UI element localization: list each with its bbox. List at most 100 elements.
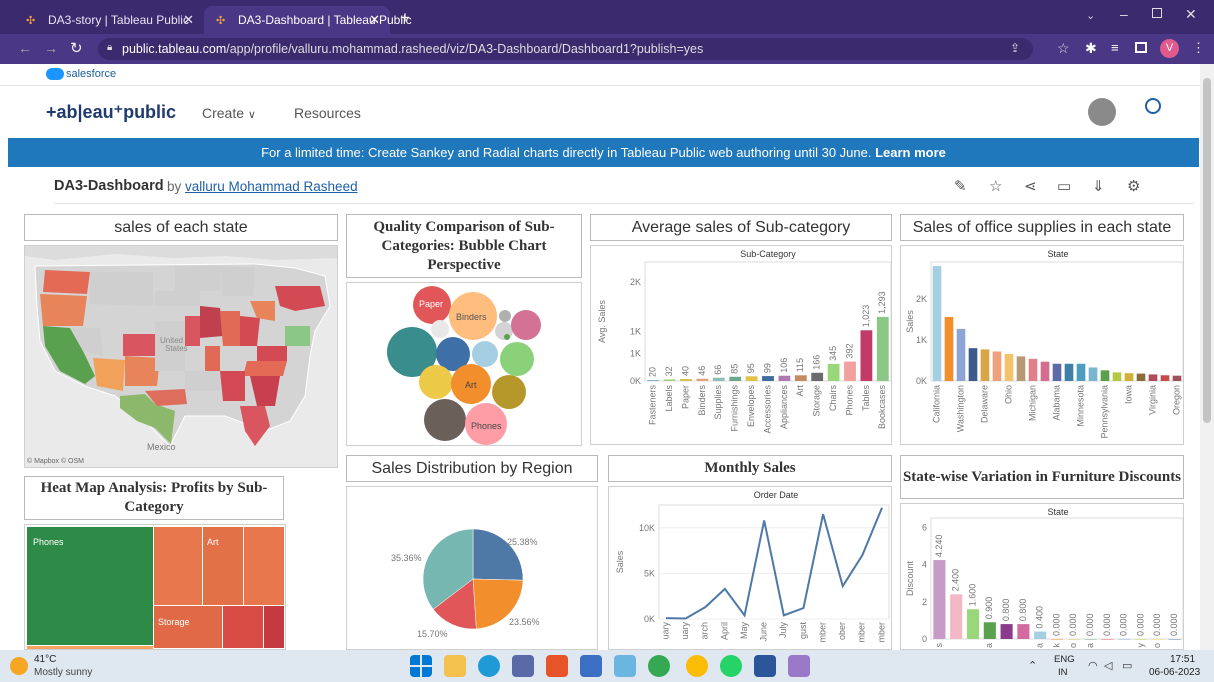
pie-chart[interactable]: 25.38% 23.56% 15.70% 35.36% (346, 486, 598, 650)
user-avatar-icon[interactable] (1088, 98, 1116, 126)
data-label: 0.000 (1169, 613, 1179, 636)
settings-gear-icon[interactable]: ⚙ (1127, 177, 1140, 195)
bar (1040, 361, 1050, 381)
bar (860, 330, 873, 381)
bar (968, 348, 978, 381)
clock-date[interactable]: 06-06-2023 (1149, 667, 1200, 678)
x-tick-label: a (984, 643, 994, 648)
x-tick-label: Washington (955, 385, 965, 432)
weather-temp[interactable]: 41°C (34, 654, 56, 665)
state-map[interactable]: United States Mexico © Mapbox © OSM (24, 245, 338, 468)
x-tick-label: Alabama (1051, 385, 1061, 421)
side-panel-icon[interactable] (1135, 42, 1147, 53)
data-label: 0.800 (1001, 599, 1011, 622)
tab-da3-story[interactable]: ✣ DA3-story | Tableau Public ✕ (14, 6, 204, 34)
x-tick-label: July (778, 622, 788, 639)
region-indicator[interactable]: IN (1058, 667, 1068, 678)
app-icon[interactable] (580, 655, 602, 677)
data-label: 1,023 (861, 305, 871, 328)
x-tick-label: mber (857, 622, 867, 643)
bar (811, 372, 824, 381)
data-label: 0.400 (1035, 606, 1045, 629)
new-tab-icon[interactable]: + (400, 8, 410, 28)
avg-sales-chart[interactable]: Sub-Category 0K 1K 1K 2K Avg. Sales 20 Fastene… (590, 245, 892, 445)
menu-dots-icon[interactable]: ⋮ (1192, 40, 1205, 56)
comment-icon[interactable]: ▭ (1057, 177, 1071, 195)
profile-avatar[interactable]: V (1160, 39, 1179, 58)
wifi-icon[interactable]: ◠ (1088, 659, 1098, 672)
app-icon[interactable] (788, 655, 810, 677)
bar (1016, 356, 1026, 381)
battery-icon[interactable]: ▭ (1122, 659, 1132, 672)
office-supplies-chart[interactable]: State 0K 1K 2K Sales California Washington Del… (900, 245, 1184, 445)
bubble (419, 365, 453, 399)
y-tick-label: 1K (630, 349, 641, 359)
data-label: 1,293 (877, 291, 887, 314)
heatmap-chart[interactable]: Phones Art Storage (24, 524, 286, 650)
data-label: 46 (697, 366, 707, 376)
tab-search-icon[interactable]: ⌄ (1086, 9, 1095, 22)
data-label: 32 (664, 366, 674, 376)
scrollbar-thumb[interactable] (1203, 78, 1211, 423)
tab-da3-dashboard[interactable]: ✣ DA3-Dashboard | Tableau Public ✕ (204, 6, 412, 34)
x-tick-label: Minnesota (1075, 385, 1085, 427)
weather-desc[interactable]: Mostly sunny (34, 667, 92, 678)
whatsapp-icon[interactable] (720, 655, 742, 677)
window-close-icon[interactable]: ✕ (1185, 6, 1197, 23)
chrome-profile-icon[interactable] (686, 655, 708, 677)
heatmap-title: Heat Map Analysis: Profits by Sub-Catego… (24, 476, 284, 520)
favorite-star-icon[interactable]: ☆ (989, 177, 1002, 195)
bubble-label: Phones (471, 421, 502, 431)
bar (980, 349, 990, 381)
chevron-up-icon[interactable]: ⌃ (1028, 659, 1037, 672)
nav-create[interactable]: Create ∨ (202, 105, 256, 121)
monthly-sales-chart[interactable]: Order Date 0K 5K 10K Sales uary uary arch April… (608, 486, 892, 650)
start-windows-icon[interactable] (410, 655, 432, 677)
heat-label: Storage (158, 617, 190, 627)
bar (762, 376, 774, 381)
url-field[interactable]: 🔒︎ public.tableau.com/app/profile/vallur… (98, 38, 1033, 60)
tableau-public-logo[interactable]: +ab|eau⁺public (46, 102, 176, 123)
forward-icon[interactable]: → (44, 40, 58, 56)
extensions-icon[interactable]: ✱ (1085, 40, 1097, 57)
bubble-chart[interactable]: Paper Binders Art Phones (346, 282, 582, 446)
minimize-icon[interactable]: – (1120, 6, 1128, 22)
search-icon[interactable] (1145, 98, 1161, 114)
edit-icon[interactable]: ✎ (954, 177, 967, 195)
y-tick-label: 0K (630, 376, 641, 386)
close-tab-icon[interactable]: ✕ (183, 12, 194, 28)
bookmark-star-icon[interactable]: ☆ (1057, 40, 1070, 57)
weather-sun-icon[interactable] (10, 657, 28, 675)
close-tab-icon[interactable]: ✕ (369, 12, 380, 28)
x-tick-label: Ohio (1003, 385, 1013, 404)
office-supplies-title: Sales of office supplies in each state (900, 214, 1184, 241)
chrome-icon[interactable] (648, 655, 670, 677)
bubble (500, 342, 534, 376)
author-link[interactable]: valluru Mohammad Rasheed (185, 179, 358, 194)
edge-icon[interactable] (478, 655, 500, 677)
learn-more-link[interactable]: Learn more (875, 145, 946, 160)
data-label: 20 (648, 367, 658, 377)
back-icon[interactable]: ← (18, 40, 32, 56)
word-icon[interactable] (754, 655, 776, 677)
language-indicator[interactable]: ENG (1054, 654, 1075, 665)
reload-icon[interactable]: ↻ (70, 39, 83, 57)
share-icon[interactable]: ⋖ (1024, 177, 1037, 195)
store-icon[interactable] (512, 655, 534, 677)
data-label: 0.900 (984, 597, 994, 620)
app-icon[interactable] (614, 655, 636, 677)
heat-label: Phones (33, 537, 64, 547)
file-explorer-icon[interactable] (444, 655, 466, 677)
reading-list-icon[interactable]: ≡ (1111, 40, 1119, 55)
brave-icon[interactable] (546, 655, 568, 677)
heatmap-svg (27, 527, 284, 649)
volume-icon[interactable]: ◁ (1104, 659, 1112, 672)
clock-time[interactable]: 17:51 (1170, 654, 1195, 665)
nav-resources[interactable]: Resources (294, 105, 361, 121)
furniture-discount-chart[interactable]: State 0 2 4 6 Discount 4.240 s 2.400 1.600 0.900 a… (900, 503, 1184, 650)
download-icon[interactable]: ⇓ (1092, 177, 1105, 195)
share-icon[interactable]: ⇪ (1010, 41, 1020, 55)
plot-frame (658, 504, 890, 620)
restore-icon[interactable] (1152, 8, 1162, 18)
bar (712, 377, 725, 381)
